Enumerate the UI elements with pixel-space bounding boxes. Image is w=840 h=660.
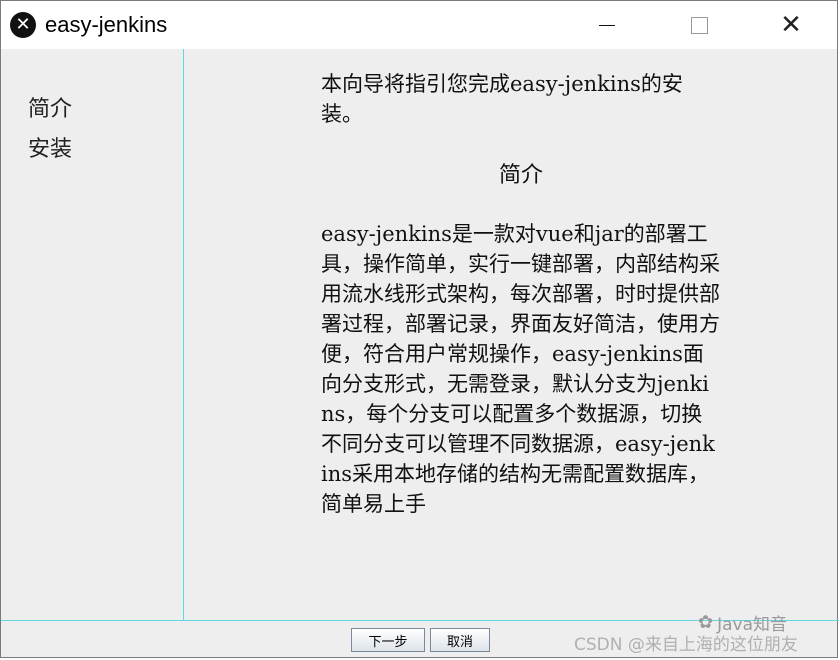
close-button[interactable]: ✕ [745, 1, 837, 49]
next-button[interactable]: 下一步 [351, 628, 425, 652]
section-title: 简介 [498, 163, 543, 188]
minimize-button[interactable] [561, 1, 653, 49]
sidebar-step-install: 安装 [28, 137, 73, 162]
window-title: easy-jenkins [45, 12, 168, 37]
steps-sidebar: 简介 安装 [2, 49, 184, 621]
window-controls: ✕ [561, 1, 837, 49]
sidebar-step-intro: 简介 [28, 97, 73, 122]
app-x-circle-icon: ✕ [10, 12, 36, 38]
close-icon: ✕ [780, 10, 802, 40]
description-text: easy-jenkins是一款对vue和jar的部署工具，操作简单，实行一键部署… [321, 222, 720, 516]
watermark-csdn: CSDN @来自上海的这位朋友 [574, 635, 798, 655]
installer-window: ✕ easy-jenkins ✕ 简介 安装 本向导将指引您完成easy-jen… [0, 0, 839, 658]
minimize-icon [599, 24, 615, 26]
title-bar: ✕ easy-jenkins ✕ [1, 1, 837, 49]
maximize-button[interactable] [653, 1, 745, 49]
maximize-icon [690, 16, 708, 34]
intro-text: 本向导将指引您完成easy-jenkins的安装。 [321, 72, 683, 126]
content-panel: 本向导将指引您完成easy-jenkins的安装。 简介 easy-jenkin… [185, 49, 837, 621]
cancel-button[interactable]: 取消 [430, 628, 490, 652]
